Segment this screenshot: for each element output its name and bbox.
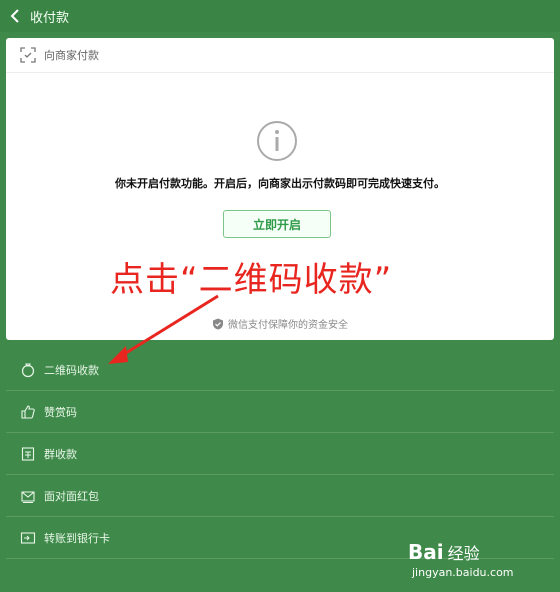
bank-card-icon	[20, 530, 36, 546]
watermark-url: jingyan.baidu.com	[412, 566, 514, 579]
list-item-qr-receive[interactable]: 二维码收款	[6, 349, 554, 391]
payment-options-list: 二维码收款 赞赏码 群收款 面对面红包 转账到银行卡	[6, 349, 554, 561]
card-section-title: 向商家付款	[44, 49, 99, 62]
thumb-icon	[20, 404, 36, 420]
watermark-brand: Bai	[408, 540, 444, 564]
enable-payment-button[interactable]: 立即开启	[223, 210, 331, 238]
security-footer: 微信支付保障你的资金安全	[6, 316, 554, 331]
security-text: 微信支付保障你的资金安全	[228, 320, 348, 331]
list-item-label: 群收款	[44, 447, 77, 461]
top-bar: 收付款	[0, 0, 560, 32]
list-item-group-receipt[interactable]: 群收款	[6, 433, 554, 475]
scan-code-icon	[20, 47, 36, 63]
back-arrow-icon[interactable]	[10, 8, 26, 24]
list-item-appreciation-code[interactable]: 赞赏码	[6, 391, 554, 433]
annotation-text: 点击“二维码收款”	[110, 260, 393, 300]
baidu-jingyan-watermark: Bai 经验 jingyan.baidu.com	[388, 540, 548, 586]
list-item-label: 二维码收款	[44, 363, 99, 377]
list-item-label: 面对面红包	[44, 489, 99, 503]
info-icon	[256, 120, 298, 162]
group-receipt-icon	[20, 446, 36, 462]
card-header: 向商家付款	[6, 38, 554, 73]
disabled-notice: 你未开启付款功能。开启后，向商家出示付款码即可完成快速支付。	[115, 177, 445, 190]
page-title: 收付款	[30, 10, 70, 26]
red-packet-icon	[20, 488, 36, 504]
money-bag-icon	[20, 362, 36, 378]
shield-icon	[213, 318, 223, 329]
list-item-label: 赞赏码	[44, 405, 77, 419]
watermark-brand-suffix: 经验	[447, 544, 480, 563]
list-item-label: 转账到银行卡	[44, 531, 110, 545]
watermark-logo: Bai 经验	[408, 540, 480, 564]
list-item-face-to-face-red-packet[interactable]: 面对面红包	[6, 475, 554, 517]
